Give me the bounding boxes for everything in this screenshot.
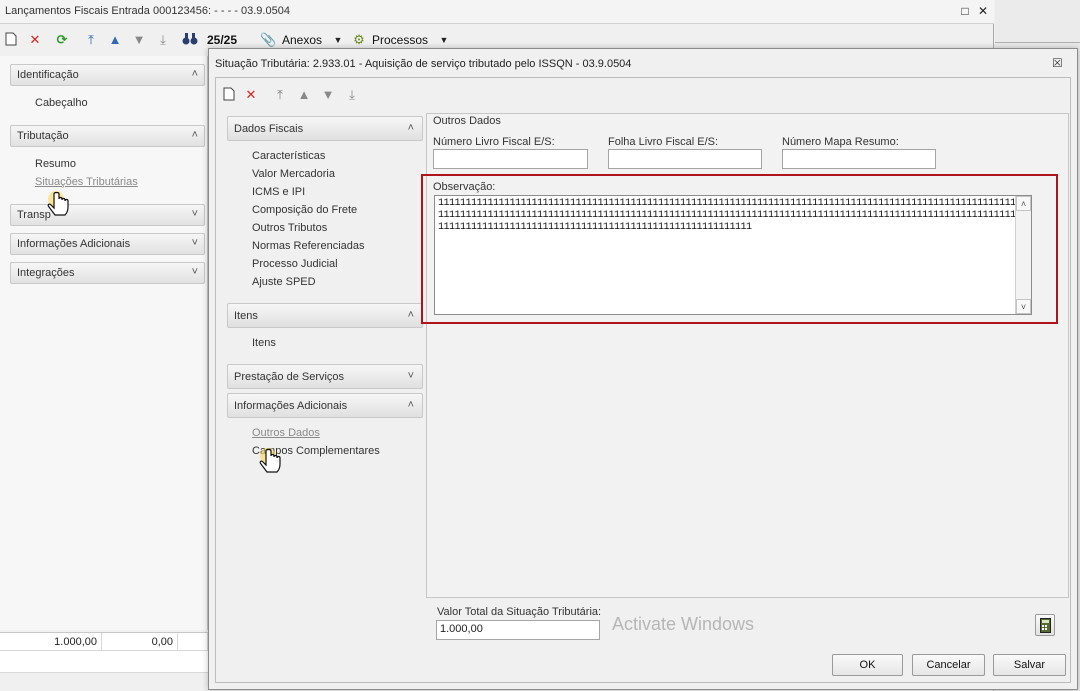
first-record-icon[interactable]: ⤒ — [272, 87, 288, 103]
chevron-up-icon: ˄ — [407, 122, 414, 134]
accordion-header-label: Informações Adicionais — [17, 238, 131, 250]
nav-header-informacoes-adicionais[interactable]: Informações Adicionais ˄ — [227, 393, 423, 418]
observacao-text: 1111111111111111111111111111111111111111… — [438, 198, 1016, 233]
new-document-icon[interactable] — [3, 32, 19, 48]
numero-mapa-input[interactable] — [782, 149, 936, 169]
next-record-icon[interactable]: ▼ — [131, 32, 147, 48]
observacao-label: Observação: — [433, 181, 496, 193]
accordion-item-situacoes-tributarias[interactable]: Situações Tributárias — [35, 176, 138, 188]
last-record-icon[interactable]: ⤓ — [155, 32, 171, 48]
calculator-button[interactable] — [1035, 614, 1055, 636]
anexos-menu[interactable]: Anexos — [282, 33, 322, 47]
close-icon[interactable]: ✕ — [976, 4, 990, 18]
valor-total-input[interactable]: 1.000,00 — [436, 620, 600, 640]
last-record-icon[interactable]: ⤓ — [344, 87, 360, 103]
new-document-icon[interactable] — [221, 87, 237, 103]
accordion-header-integracoes[interactable]: Integrações ˅ — [10, 262, 205, 284]
accordion-item-cabecalho[interactable]: Cabeçalho — [35, 97, 88, 109]
nav-header-label: Itens — [234, 310, 258, 322]
delete-icon[interactable]: ✕ — [27, 32, 43, 48]
dialog-toolbar: ✕ ⤒ ▲ ▼ ⤓ — [217, 84, 417, 106]
accordion-header-informacoes-adicionais[interactable]: Informações Adicionais ˅ — [10, 233, 205, 255]
grid-cell-value[interactable]: 0,00 — [102, 633, 178, 651]
main-titlebar: Lançamentos Fiscais Entrada 000123456: -… — [0, 0, 994, 24]
chevron-down-icon: ˅ — [191, 237, 198, 249]
background-window-divider — [995, 42, 1080, 43]
refresh-icon[interactable]: ⟳ — [54, 32, 70, 48]
totals-grid: 1.000,00 0,00 — [0, 632, 208, 673]
chevron-up-icon: ˄ — [407, 309, 414, 321]
nav-item-outros-dados[interactable]: Outros Dados — [252, 427, 320, 439]
restore-icon[interactable]: □ — [958, 4, 972, 18]
first-record-icon[interactable]: ⤒ — [83, 32, 99, 48]
accordion-header-label: Integrações — [17, 267, 75, 279]
calculator-icon — [1040, 618, 1051, 633]
nav-item-composicao-frete[interactable]: Composição do Frete — [252, 204, 357, 216]
chevron-down-icon: ˅ — [407, 370, 414, 382]
accordion-header-identificacao[interactable]: Identificação ˄ — [10, 64, 205, 86]
accordion-item-resumo[interactable]: Resumo — [35, 158, 76, 170]
processos-menu[interactable]: Processos — [372, 33, 428, 47]
chevron-down-icon[interactable]: ▼ — [436, 32, 452, 48]
valor-total-label: Valor Total da Situação Tributária: — [437, 606, 602, 618]
numero-livro-label: Número Livro Fiscal E/S: — [433, 136, 555, 148]
nav-header-itens[interactable]: Itens ˄ — [227, 303, 423, 328]
nav-header-dados-fiscais[interactable]: Dados Fiscais ˄ — [227, 116, 423, 141]
nav-item-processo-judicial[interactable]: Processo Judicial — [252, 258, 338, 270]
hand-cursor-icon — [255, 447, 283, 481]
accordion-header-label: Identificação — [17, 69, 79, 81]
chevron-down-icon[interactable]: ▼ — [330, 32, 346, 48]
accordion-header-tributacao[interactable]: Tributação ˄ — [10, 125, 205, 147]
nav-item-icms-ipi[interactable]: ICMS e IPI — [252, 186, 305, 198]
chevron-up-icon: ˄ — [191, 68, 198, 80]
nav-item-itens[interactable]: Itens — [252, 337, 276, 349]
scroll-up-icon[interactable]: ˄ — [1016, 196, 1031, 211]
nav-header-label: Informações Adicionais — [234, 400, 348, 412]
accordion-header-label: Tributação — [17, 130, 69, 142]
nav-item-ajuste-sped[interactable]: Ajuste SPED — [252, 276, 316, 288]
main-window-title: Lançamentos Fiscais Entrada 000123456: -… — [5, 5, 290, 17]
nav-item-outros-tributos[interactable]: Outros Tributos — [252, 222, 327, 234]
observacao-textarea[interactable]: 1111111111111111111111111111111111111111… — [434, 195, 1032, 315]
chevron-down-icon: ˅ — [191, 266, 198, 278]
grid-cell-total[interactable]: 1.000,00 — [0, 633, 102, 651]
numero-livro-input[interactable] — [433, 149, 588, 169]
previous-record-icon[interactable]: ▲ — [296, 87, 312, 103]
hand-cursor-icon — [44, 190, 72, 224]
ok-button[interactable]: OK — [832, 654, 903, 676]
salvar-button[interactable]: Salvar — [993, 654, 1066, 676]
accordion-header-transporte[interactable]: Transp ˅ — [10, 204, 205, 226]
binoculars-icon[interactable] — [182, 32, 198, 48]
nav-header-prestacao-servicos[interactable]: Prestação de Serviços ˅ — [227, 364, 423, 389]
section-title: Outros Dados — [433, 115, 501, 127]
numero-mapa-label: Número Mapa Resumo: — [782, 136, 899, 148]
situacao-tributaria-dialog: Situação Tributária: 2.933.01 - Aquisiçã… — [208, 48, 1078, 690]
chevron-up-icon: ˄ — [191, 129, 198, 141]
folha-livro-label: Folha Livro Fiscal E/S: — [608, 136, 719, 148]
chevron-up-icon: ˄ — [407, 399, 414, 411]
dialog-nav-panel: Dados Fiscais ˄ Características Valor Me… — [227, 116, 423, 676]
chevron-down-icon: ˅ — [191, 208, 198, 220]
main-accordion-panel: Identificação ˄ Cabeçalho Tributação ˄ R… — [0, 56, 208, 630]
gears-icon: ⚙ — [353, 32, 365, 47]
observacao-scrollbar[interactable]: ˄ ˅ — [1015, 196, 1031, 314]
folha-livro-input[interactable] — [608, 149, 762, 169]
dialog-close-icon[interactable]: ☒ — [1052, 56, 1063, 70]
nav-header-label: Dados Fiscais — [234, 123, 304, 135]
scroll-down-icon[interactable]: ˅ — [1016, 299, 1031, 314]
dialog-title: Situação Tributária: 2.933.01 - Aquisiçã… — [215, 58, 632, 70]
nav-item-normas-referenciadas[interactable]: Normas Referenciadas — [252, 240, 365, 252]
paperclip-icon: 📎 — [260, 32, 277, 47]
windows-activation-watermark: Activate Windows — [612, 614, 755, 634]
nav-header-label: Prestação de Serviços — [234, 371, 345, 383]
nav-item-caracteristicas[interactable]: Características — [252, 150, 325, 162]
grid-cell-empty[interactable] — [178, 633, 208, 651]
cancelar-button[interactable]: Cancelar — [912, 654, 985, 676]
previous-record-icon[interactable]: ▲ — [107, 32, 123, 48]
nav-item-valor-mercadoria[interactable]: Valor Mercadoria — [252, 168, 335, 180]
delete-icon[interactable]: ✕ — [243, 87, 259, 103]
record-counter: 25/25 — [207, 33, 238, 47]
grid-row-empty[interactable] — [0, 651, 208, 673]
next-record-icon[interactable]: ▼ — [320, 87, 336, 103]
